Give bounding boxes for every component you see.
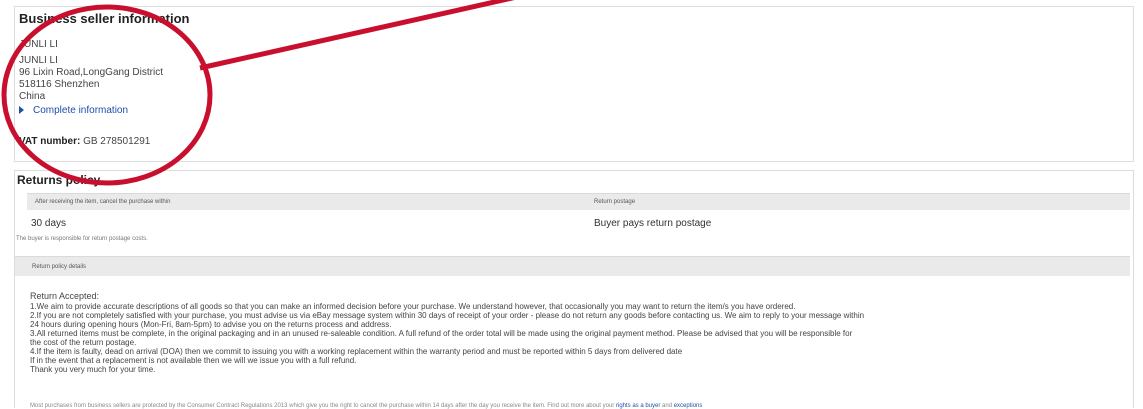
details-line: Thank you very much for your time. — [30, 365, 156, 374]
seller-street: 96 Lixin Road,LongGang District — [19, 67, 163, 78]
details-header-label: Return policy details — [32, 264, 87, 270]
seller-contact-name: JUNLI LI — [19, 55, 58, 66]
details-line: 4.If the item is faulty, dead on arrival… — [30, 347, 683, 356]
vat-number: VAT number: GB 278501291 — [19, 136, 150, 147]
return-postage-value: Buyer pays return postage — [594, 218, 712, 229]
details-line: Return Accepted: — [30, 291, 100, 301]
seller-name: JUNLI LI — [19, 39, 58, 50]
details-line: If in the event that a replacement is no… — [30, 356, 357, 365]
returns-table-header: After receiving the item, cancel the pur… — [27, 193, 1130, 210]
seller-postcode-city: 518116 Shenzhen — [19, 79, 100, 90]
return-policy-details-header: Return policy details — [15, 256, 1130, 276]
consumer-rights-footer: Most purchases from business sellers are… — [30, 403, 702, 409]
vat-value: GB 278501291 — [83, 136, 151, 147]
details-line: 24 hours during opening hours (Mon-Fri, … — [30, 320, 392, 329]
complete-information-label: Complete information — [33, 105, 129, 116]
returns-col1-header: After receiving the item, cancel the pur… — [35, 199, 171, 205]
details-line: the cost of the return postage. — [30, 338, 137, 347]
complete-information-link[interactable]: Complete information — [19, 105, 128, 116]
business-seller-title: Business seller information — [19, 11, 190, 26]
footer-and: and — [662, 403, 673, 409]
returns-policy-title: Returns policy — [17, 173, 101, 187]
vat-label: VAT number: — [19, 136, 81, 147]
expand-triangle-icon — [19, 106, 24, 114]
business-seller-panel — [14, 6, 1134, 162]
exceptions-link[interactable]: exceptions — [674, 403, 703, 409]
details-line: 2.If you are not completely satisfied wi… — [30, 311, 865, 320]
details-line: 3.All returned items must be complete, i… — [30, 329, 853, 338]
return-postage-note: The buyer is responsible for return post… — [16, 236, 148, 242]
seller-country: China — [19, 91, 46, 102]
details-line: 1.We aim to provide accurate description… — [30, 302, 796, 311]
rights-as-buyer-link[interactable]: rights as a buyer — [616, 403, 660, 409]
footer-text: Most purchases from business sellers are… — [30, 403, 615, 409]
return-window-value: 30 days — [31, 218, 67, 229]
returns-col2-header: Return postage — [594, 199, 636, 205]
